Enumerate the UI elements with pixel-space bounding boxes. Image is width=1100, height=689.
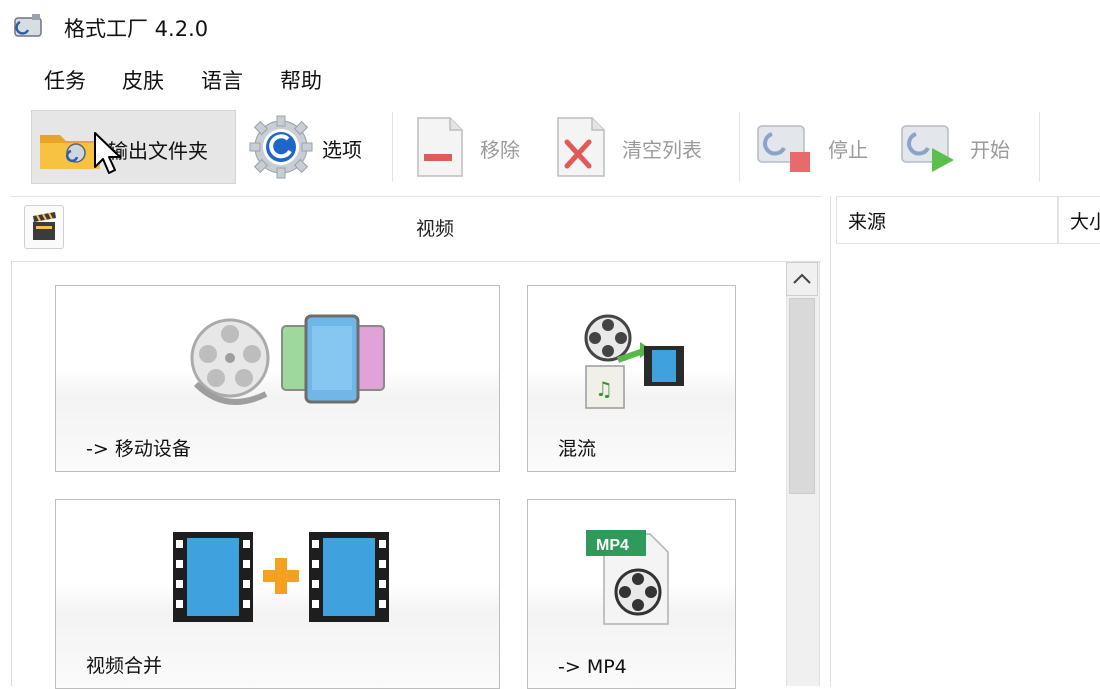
tile-mp4[interactable]: MP4 -> MP4 (527, 499, 736, 689)
stop-label: 停止 (828, 138, 868, 162)
options-label: 选项 (322, 138, 362, 162)
gear-icon (249, 115, 313, 179)
toolbar-separator (739, 112, 740, 182)
window-title: 格式工厂 4.2.0 (64, 17, 209, 41)
film-reel-mobile-icon (190, 314, 385, 405)
remove-label: 移除 (480, 138, 520, 162)
start-icon (901, 125, 954, 172)
scroll-thumb[interactable] (789, 298, 815, 494)
toolbar-separator (1039, 112, 1040, 182)
video-join-icon (173, 532, 389, 622)
tile-label: -> MP4 (558, 656, 627, 678)
start-label: 开始 (970, 138, 1010, 162)
menu-language[interactable]: 语言 (201, 63, 243, 97)
clear-list-icon (557, 117, 605, 177)
tile-video-join[interactable]: 视频合并 (55, 499, 500, 689)
scroll-up-button[interactable] (786, 262, 818, 296)
tile-label: 混流 (558, 438, 597, 460)
tile-mux[interactable]: ♫ 混流 (527, 285, 736, 472)
toolbar-separator (392, 112, 393, 182)
cursor-icon (94, 132, 121, 174)
menu-task[interactable]: 任务 (44, 63, 86, 97)
chevron-up-icon (793, 273, 811, 284)
start-button[interactable]: 开始 (892, 110, 1027, 184)
output-folder-button[interactable]: 输出文件夹 (31, 110, 236, 184)
tile-label: 视频合并 (86, 655, 163, 677)
tile-mobile-device[interactable]: -> 移动设备 (55, 285, 500, 472)
tile-label: -> 移动设备 (86, 438, 191, 460)
column-size-label: 大小 (1070, 211, 1100, 233)
mux-icon: ♫ (584, 314, 684, 409)
app-icon (14, 14, 42, 37)
stop-button[interactable]: 停止 (748, 110, 878, 184)
svg-text:♫: ♫ (595, 377, 613, 401)
file-list-panel (830, 196, 1100, 686)
clapperboard-icon (24, 205, 64, 249)
mp4-file-icon: MP4 (586, 530, 669, 625)
output-folder-label: 输出文件夹 (108, 139, 208, 163)
clear-list-button[interactable]: 清空列表 (552, 110, 727, 184)
remove-button[interactable]: 移除 (406, 110, 536, 184)
remove-page-icon (417, 117, 463, 177)
clear-list-label: 清空列表 (622, 138, 702, 162)
stop-icon (757, 125, 810, 172)
svg-text:MP4: MP4 (596, 537, 629, 554)
category-title: 视频 (416, 218, 455, 240)
options-button[interactable]: 选项 (244, 110, 384, 184)
menu-help[interactable]: 帮助 (280, 63, 322, 97)
column-source-label: 来源 (848, 211, 887, 233)
menu-skin[interactable]: 皮肤 (122, 63, 164, 97)
